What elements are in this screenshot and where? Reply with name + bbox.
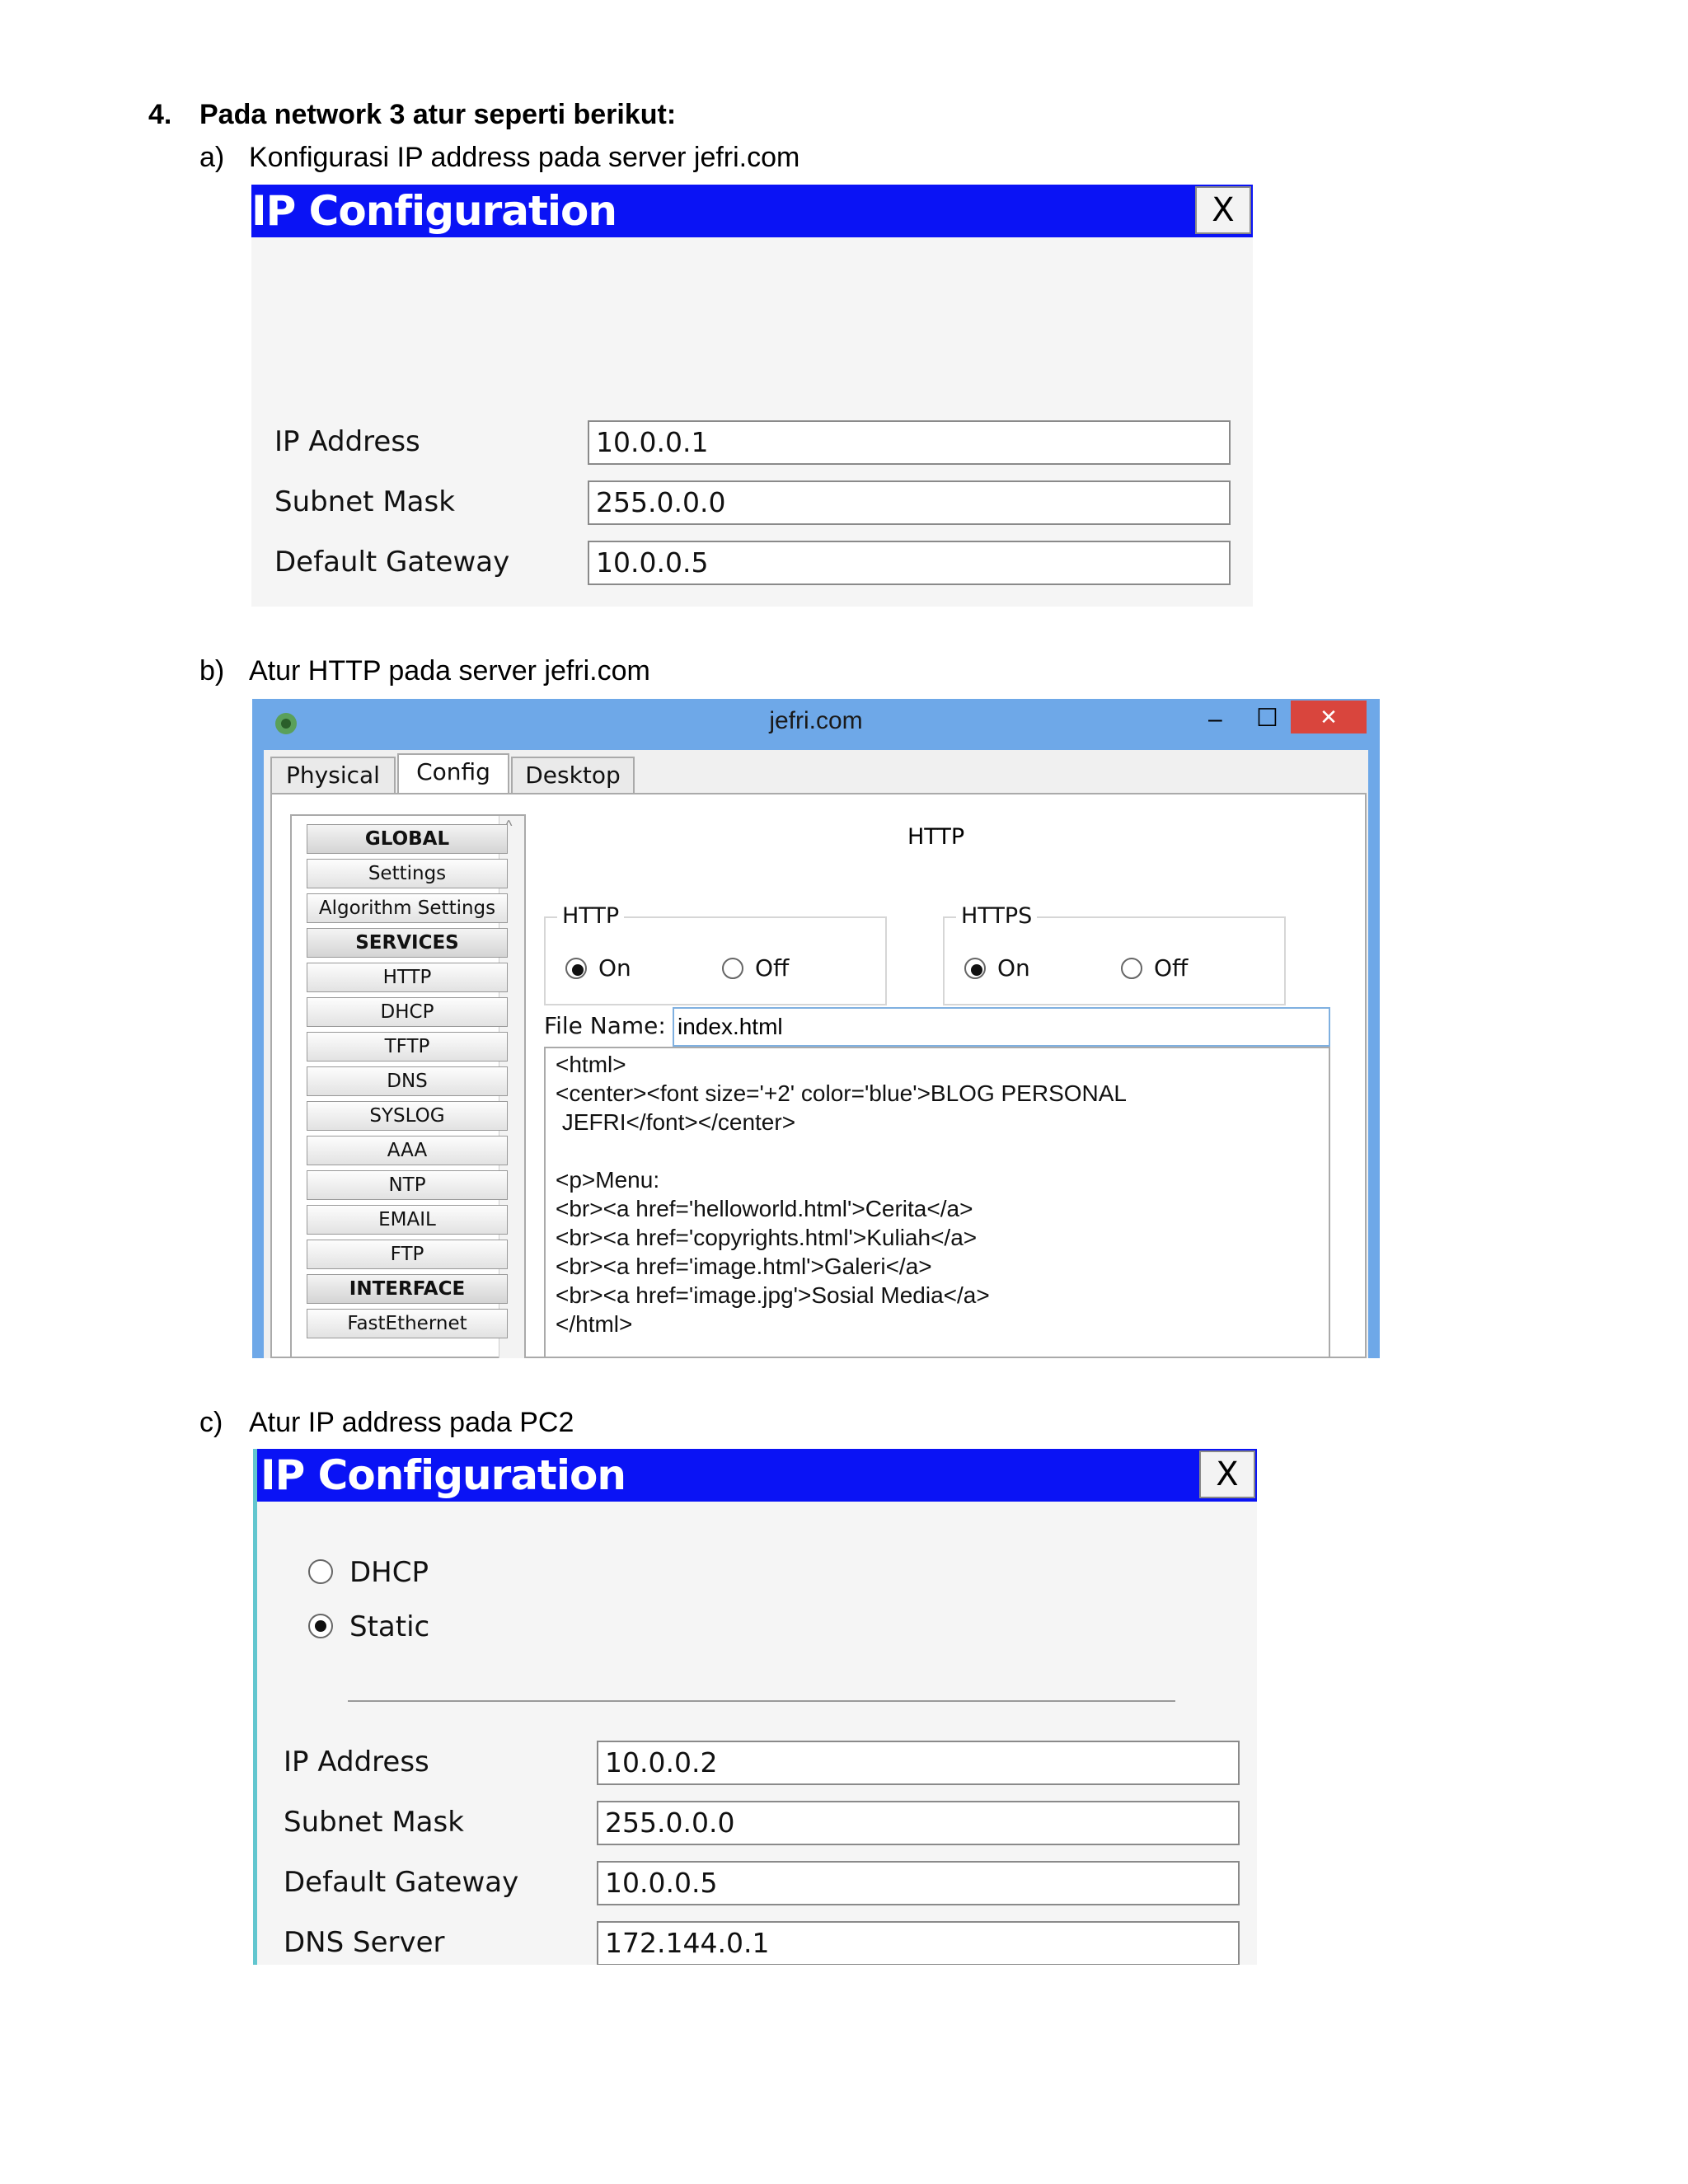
dhcp-label: DHCP xyxy=(349,1556,429,1589)
sidebar-item-ftp[interactable]: FTP xyxy=(307,1240,508,1269)
window-close-button[interactable]: ✕ xyxy=(1291,701,1367,733)
static-label: Static xyxy=(349,1610,430,1643)
tab-config[interactable]: Config xyxy=(397,753,509,794)
http-groupbox xyxy=(544,916,887,1005)
code-line: JEFRI</font></center> xyxy=(556,1109,796,1135)
https-off-label: Off xyxy=(1154,954,1189,982)
http-group-label: HTTP xyxy=(557,903,625,929)
ip-address-field[interactable]: 10.0.0.1 xyxy=(588,420,1231,465)
sidebar-item-fastethernet[interactable]: FastEthernet xyxy=(307,1309,508,1338)
code-line: <p>Menu: xyxy=(556,1167,660,1193)
html-editor[interactable]: <html> <center><font size='+2' color='bl… xyxy=(544,1047,1330,1358)
window-frame-right xyxy=(1368,750,1380,1358)
https-on-radio[interactable] xyxy=(964,958,986,979)
ip-address-label: IP Address xyxy=(274,425,420,458)
file-name-input[interactable]: index.html xyxy=(673,1007,1330,1047)
step-text: Atur HTTP pada server jefri.com xyxy=(249,655,650,687)
config-sidebar: ^ GLOBAL Settings Algorithm Settings SER… xyxy=(290,814,526,1358)
subnet-mask-field[interactable]: 255.0.0.0 xyxy=(588,480,1231,525)
file-name-label: File Name: xyxy=(544,1012,666,1039)
step-c: c) Atur IP address pada PC2 xyxy=(199,1407,574,1439)
code-line: <br><a href='copyrights.html'>Kuliah</a> xyxy=(556,1225,978,1250)
tab-desktop[interactable]: Desktop xyxy=(511,757,635,794)
sidebar-item-email[interactable]: EMAIL xyxy=(307,1205,508,1235)
code-line: <center><font size='+2' color='blue'>BLO… xyxy=(556,1080,1127,1106)
sidebar-item-tftp[interactable]: TFTP xyxy=(307,1032,508,1062)
code-line: <br><a href='image.html'>Galeri</a> xyxy=(556,1254,932,1279)
minimize-button[interactable]: ‒ xyxy=(1208,705,1222,733)
window-frame-left xyxy=(252,750,264,1358)
default-gateway-field[interactable]: 10.0.0.5 xyxy=(588,541,1231,585)
code-line: <html> xyxy=(556,1052,626,1077)
sidebar-item-dns[interactable]: DNS xyxy=(307,1066,508,1096)
packet-tracer-window: jefri.com ‒ ☐ ✕ Physical Config Desktop … xyxy=(252,699,1380,1358)
section-heading: 4. Pada network 3 atur seperti berikut: xyxy=(148,99,676,131)
http-on-radio[interactable] xyxy=(565,958,587,979)
https-groupbox xyxy=(943,916,1286,1005)
sidebar-item-ntp[interactable]: NTP xyxy=(307,1170,508,1200)
close-button[interactable]: X xyxy=(1199,1451,1255,1498)
ip-address-label: IP Address xyxy=(284,1746,429,1779)
code-line: <br><a href='helloworld.html'>Cerita</a> xyxy=(556,1196,973,1221)
sidebar-item-algorithm-settings[interactable]: Algorithm Settings xyxy=(307,893,508,923)
ip-config-dialog-pc2: IP Configuration X DHCP Static IP Addres… xyxy=(253,1449,1257,1965)
https-on-label: On xyxy=(997,954,1030,982)
step-letter: c) xyxy=(199,1407,223,1438)
default-gateway-label: Default Gateway xyxy=(284,1866,519,1899)
dialog-title: IP Configuration xyxy=(260,1451,626,1499)
ip-config-dialog-server: IP Configuration X IP Address 10.0.0.1 S… xyxy=(251,185,1253,607)
dhcp-radio[interactable] xyxy=(308,1559,333,1584)
default-gateway-label: Default Gateway xyxy=(274,546,510,579)
sidebar-header-global: GLOBAL xyxy=(307,824,508,854)
sidebar-header-services: SERVICES xyxy=(307,928,508,958)
http-off-label: Off xyxy=(755,954,790,982)
subnet-mask-label: Subnet Mask xyxy=(274,485,455,518)
subnet-mask-field[interactable]: 255.0.0.0 xyxy=(597,1801,1240,1845)
sidebar-item-syslog[interactable]: SYSLOG xyxy=(307,1101,508,1131)
sidebar-item-aaa[interactable]: AAA xyxy=(307,1136,508,1165)
https-group-label: HTTPS xyxy=(956,903,1038,929)
static-radio[interactable] xyxy=(308,1614,333,1638)
section-title: Pada network 3 atur seperti berikut: xyxy=(199,99,677,130)
default-gateway-field[interactable]: 10.0.0.5 xyxy=(597,1861,1240,1905)
maximize-button[interactable]: ☐ xyxy=(1256,704,1278,733)
code-line: <br><a href='image.jpg'>Sosial Media</a> xyxy=(556,1282,990,1308)
step-a: a) Konfigurasi IP address pada server jef… xyxy=(199,142,799,174)
sidebar-item-http[interactable]: HTTP xyxy=(307,963,508,992)
separator xyxy=(348,1700,1175,1702)
code-line: </html> xyxy=(556,1311,633,1337)
step-letter: b) xyxy=(199,655,225,687)
http-on-label: On xyxy=(598,954,631,982)
step-text: Atur IP address pada PC2 xyxy=(249,1407,574,1438)
sidebar-header-interface: INTERFACE xyxy=(307,1274,508,1304)
close-button[interactable]: X xyxy=(1195,186,1251,234)
dialog-titlebar: IP Configuration X xyxy=(251,185,1253,237)
dns-server-field[interactable]: 172.144.0.1 xyxy=(597,1921,1240,1965)
https-off-radio[interactable] xyxy=(1121,958,1142,979)
dns-server-label: DNS Server xyxy=(284,1926,445,1959)
subnet-mask-label: Subnet Mask xyxy=(284,1806,464,1839)
sidebar-item-dhcp[interactable]: DHCP xyxy=(307,997,508,1027)
dialog-title: IP Configuration xyxy=(251,187,617,235)
dialog-titlebar: IP Configuration X xyxy=(257,1449,1257,1502)
step-letter: a) xyxy=(199,142,225,173)
panel-title: HTTP xyxy=(907,824,965,850)
window-titlebar: jefri.com ‒ ☐ ✕ xyxy=(252,699,1380,750)
http-off-radio[interactable] xyxy=(722,958,743,979)
section-number: 4. xyxy=(148,99,172,130)
step-b: b) Atur HTTP pada server jefri.com xyxy=(199,655,650,687)
sidebar-item-settings[interactable]: Settings xyxy=(307,859,508,888)
step-text: Konfigurasi IP address pada server jefri… xyxy=(249,142,800,173)
ip-address-field[interactable]: 10.0.0.2 xyxy=(597,1741,1240,1785)
tab-physical[interactable]: Physical xyxy=(270,757,396,794)
